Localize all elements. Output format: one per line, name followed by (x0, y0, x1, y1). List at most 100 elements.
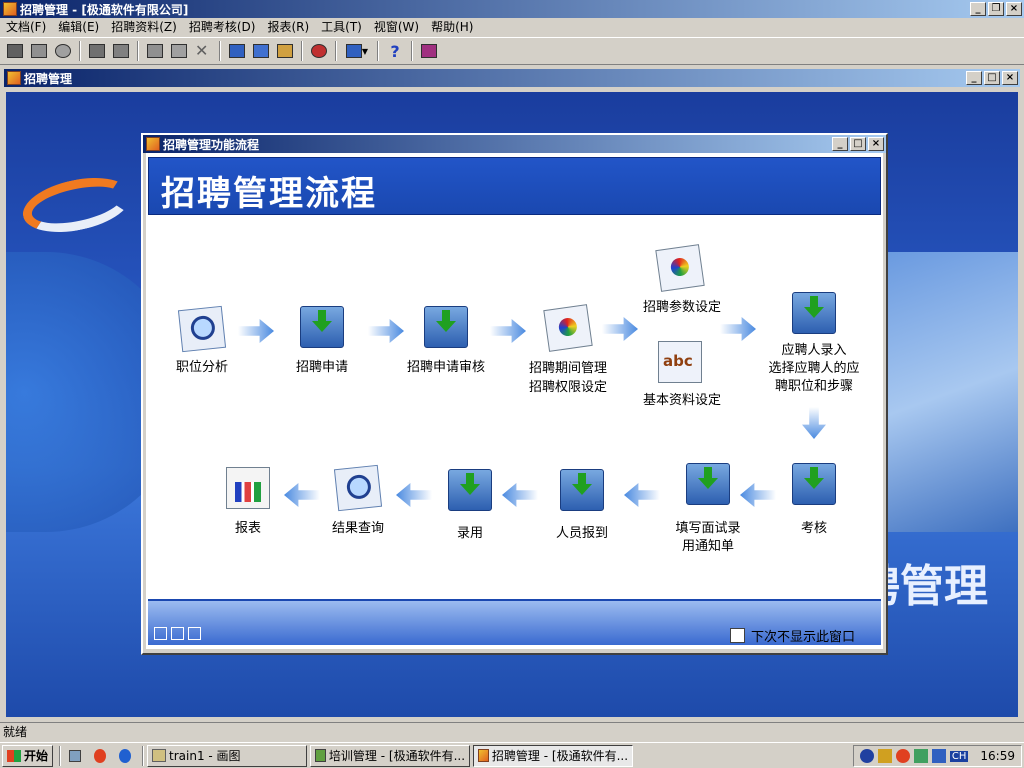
calculator-icon[interactable] (418, 40, 440, 62)
show-desktop-icon[interactable] (64, 745, 86, 767)
task-training[interactable]: 培训管理 - [极通软件有... (310, 744, 471, 767)
dialog-titlebar: 招聘管理功能流程 _ □ × (143, 135, 886, 153)
menu-help[interactable]: 帮助(H) (425, 18, 479, 37)
interview-notice-icon[interactable] (686, 463, 730, 505)
print-icon[interactable] (28, 40, 50, 62)
start-button[interactable]: 开始 (2, 744, 54, 767)
task-paint-label: train1 - 画图 (169, 749, 241, 763)
report-in-label[interactable]: 人员报到 (546, 524, 618, 543)
edit-icon[interactable] (144, 40, 166, 62)
preview-icon[interactable] (52, 40, 74, 62)
help-icon[interactable]: ? (384, 40, 406, 62)
menu-recruit-assess[interactable]: 招聘考核(D) (183, 18, 262, 37)
info-icon[interactable] (226, 40, 248, 62)
hire-label[interactable]: 录用 (434, 524, 506, 543)
arrow-down-icon (802, 407, 826, 439)
network-icon[interactable] (877, 749, 892, 763)
footer-square-icon (154, 627, 167, 640)
dialog-icon (146, 137, 160, 151)
language-indicator[interactable]: CH (949, 750, 969, 762)
applicant-entry-label-3[interactable]: 聘职位和步骤 (756, 377, 872, 396)
arrow-left-icon (396, 483, 432, 507)
menu-tools[interactable]: 工具(T) (315, 18, 368, 37)
assess-icon[interactable] (792, 463, 836, 505)
debug-icon[interactable] (308, 40, 330, 62)
inner-maximize-button[interactable]: □ (984, 71, 1000, 85)
params-icon[interactable] (655, 244, 705, 292)
arrow-left-icon (502, 483, 538, 507)
menu-report[interactable]: 报表(R) (261, 18, 315, 37)
menu-file[interactable]: 文档(F) (0, 18, 52, 37)
dont-show-label[interactable]: 下次不显示此窗口 (751, 626, 855, 645)
job-analysis-label[interactable]: 职位分析 (166, 358, 238, 377)
app-title: 招聘管理 - [极通软件有限公司] (20, 2, 189, 17)
dont-show-checkbox[interactable]: 下次不显示此窗口 (730, 626, 855, 645)
arrow-right-icon (490, 319, 526, 343)
menu-edit[interactable]: 编辑(E) (52, 18, 105, 37)
shield-icon[interactable] (859, 749, 874, 763)
users-icon[interactable] (250, 40, 272, 62)
period-manage-icon[interactable] (543, 304, 593, 352)
close-button[interactable]: × (1006, 2, 1022, 16)
task-recruit[interactable]: 招聘管理 - [极通软件有... (473, 744, 634, 767)
inner-close-button[interactable]: × (1002, 71, 1018, 85)
arrow-right-icon (238, 319, 274, 343)
dialog-minimize-button[interactable]: _ (832, 137, 848, 151)
params-label[interactable]: 招聘参数设定 (634, 298, 730, 317)
result-query-label[interactable]: 结果查询 (322, 519, 394, 538)
report-icon[interactable] (226, 467, 270, 509)
applicant-entry-label[interactable]: 应聘人录入 (762, 341, 866, 360)
new-icon[interactable] (4, 40, 26, 62)
apply-review-label[interactable]: 招聘申请审核 (401, 358, 491, 377)
apply-icon[interactable] (300, 306, 344, 348)
app-tray-icon[interactable] (895, 749, 910, 763)
task-recruit-label: 招聘管理 - [极通软件有... (491, 749, 629, 763)
messenger-icon[interactable] (931, 749, 946, 763)
hire-icon[interactable] (448, 469, 492, 511)
job-analysis-icon[interactable] (177, 305, 227, 353)
period-manage-label[interactable]: 招聘期间管理 (522, 359, 614, 378)
result-query-icon[interactable] (333, 464, 383, 512)
delete-icon[interactable]: ✕ (192, 40, 214, 62)
report-label[interactable]: 报表 (212, 519, 284, 538)
permission-label[interactable]: 招聘权限设定 (522, 378, 614, 397)
dialog-maximize-button[interactable]: □ (850, 137, 866, 151)
user-icon[interactable] (913, 749, 928, 763)
arrow-left-icon (740, 483, 776, 507)
footer-square-icon (188, 627, 201, 640)
assess-label[interactable]: 考核 (778, 519, 850, 538)
arrow-right-icon (368, 319, 404, 343)
menu-recruit-data[interactable]: 招聘资料(Z) (105, 18, 183, 37)
interview-notice-label[interactable]: 填写面试录 (662, 519, 754, 538)
start-label: 开始 (24, 749, 49, 763)
basic-data-label[interactable]: 基本资料设定 (634, 391, 730, 410)
menu-window[interactable]: 视窗(W) (368, 18, 425, 37)
status-text: 就绪 (3, 725, 28, 739)
system-tray: CH 16:59 (852, 745, 1022, 767)
checkbox-box[interactable] (730, 628, 745, 643)
window-icon[interactable] (86, 40, 108, 62)
logo-swoosh (18, 169, 136, 241)
erase-icon[interactable] (168, 40, 190, 62)
applicant-entry-label-2[interactable]: 选择应聘人的应 (756, 359, 872, 378)
inner-window-title: 招聘管理 (24, 71, 73, 86)
dialog-close-button[interactable]: × (868, 137, 884, 151)
task-paint[interactable]: train1 - 画图 (147, 744, 308, 767)
minimize-button[interactable]: _ (970, 2, 986, 16)
arrow-left-icon (624, 483, 660, 507)
apply-label[interactable]: 招聘申请 (286, 358, 358, 377)
applicant-entry-icon[interactable] (792, 292, 836, 334)
inner-minimize-button[interactable]: _ (966, 71, 982, 85)
group-icon[interactable] (274, 40, 296, 62)
ie-icon[interactable] (114, 745, 136, 767)
export-icon[interactable] (110, 40, 132, 62)
apply-review-icon[interactable] (424, 306, 468, 348)
restore-button[interactable]: ❐ (988, 2, 1004, 16)
interview-notice-label-2[interactable]: 用通知单 (662, 537, 754, 556)
task-training-label: 培训管理 - [极通软件有... (328, 749, 466, 763)
app-quicklaunch-icon[interactable] (89, 745, 111, 767)
flow-dialog: 招聘管理功能流程 _ □ × 招聘管理流程 职位分析 招聘申请 招聘申请审核 招… (141, 133, 888, 655)
report-in-icon[interactable] (560, 469, 604, 511)
basic-data-icon[interactable] (658, 341, 702, 383)
layout-icon[interactable]: ▼ (342, 40, 372, 62)
